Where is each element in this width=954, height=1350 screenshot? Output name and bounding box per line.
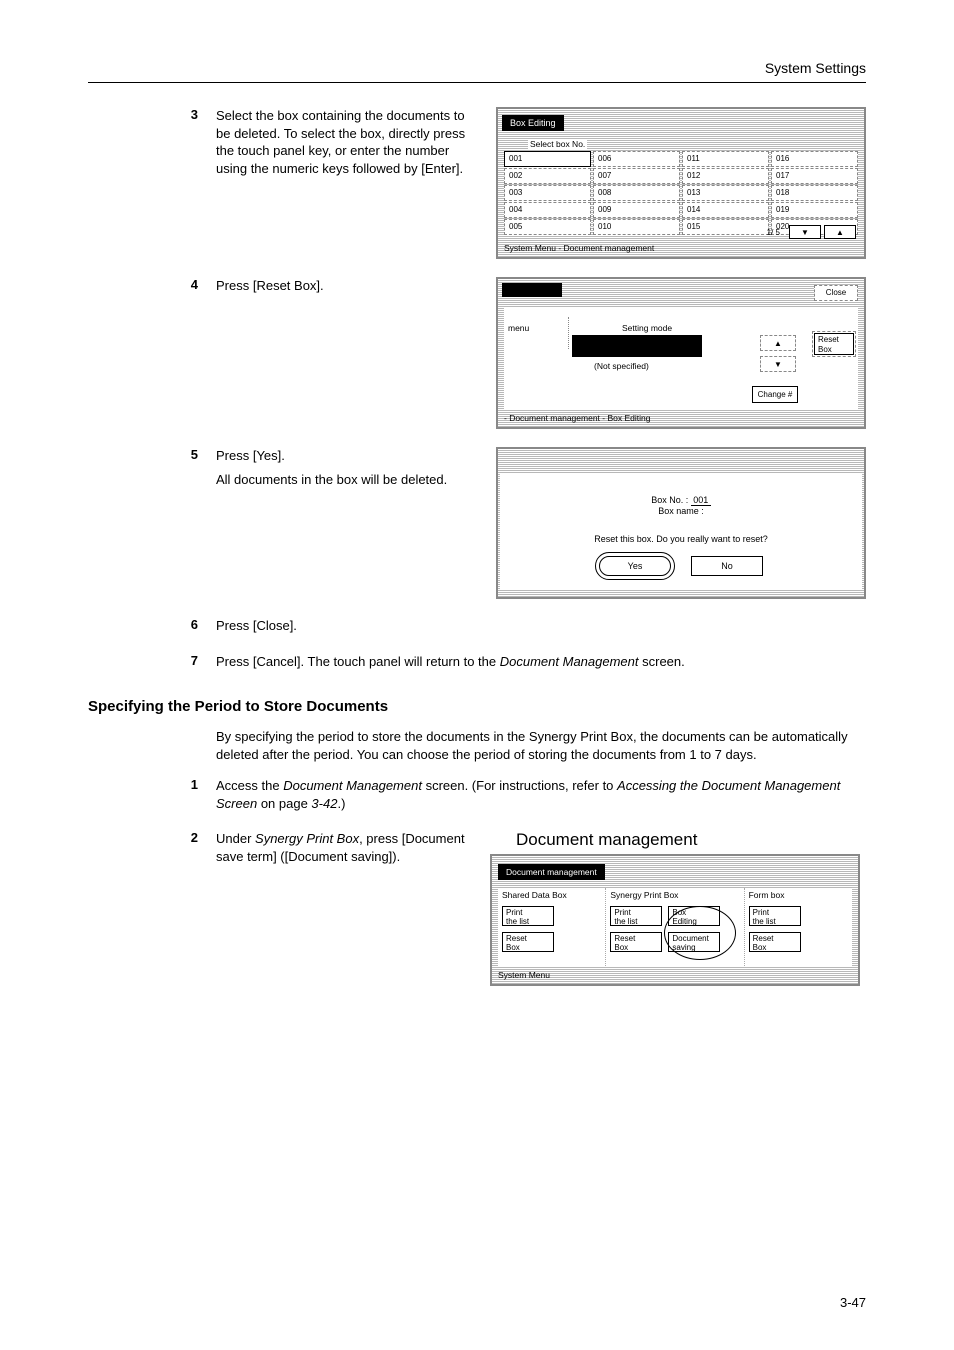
screen4-tab: Document management [498, 864, 605, 880]
cell-001[interactable]: 001 [504, 151, 591, 167]
sp-step2-pre: Under [216, 831, 255, 846]
sp-step2-it1: Synergy Print Box [255, 831, 359, 846]
cell-015[interactable]: 015 [682, 219, 769, 235]
sp-step1-post: .) [337, 796, 345, 811]
screen4-synergy-title: Synergy Print Box [610, 890, 739, 900]
step7-post: screen. [639, 654, 685, 669]
cell-016[interactable]: 016 [771, 151, 858, 167]
screen4-synergy-reset-box[interactable]: ResetBox [610, 932, 662, 952]
screen4-form-title: Form box [749, 890, 848, 900]
cell-013[interactable]: 013 [682, 185, 769, 201]
sp-step1-text: Access the Document Management screen. (… [216, 777, 866, 812]
step7-number: 7 [88, 653, 216, 668]
cell-017[interactable]: 017 [771, 168, 858, 184]
cell-007[interactable]: 007 [593, 168, 680, 184]
step7-text: Press [Cancel]. The touch panel will ret… [216, 653, 866, 671]
cell-012[interactable]: 012 [682, 168, 769, 184]
screen-confirm-reset: Box No. : 001 Box name : Reset this box.… [496, 447, 866, 599]
screen3-boxno-label: Box No. : [651, 495, 691, 505]
step3-text: Select the box containing the documents … [216, 107, 496, 177]
screen2-change-button[interactable]: Change # [752, 386, 798, 403]
screen2-down-button[interactable]: ▼ [760, 356, 796, 372]
step5-text: Press [Yes]. All documents in the box wi… [216, 447, 496, 494]
screen-box-editing: Box Editing Select box No. 001 002 003 0… [496, 107, 866, 259]
screen2-menu-label: menu [508, 323, 529, 333]
screen-document-management: Document management Shared Data Box Prin… [490, 854, 860, 986]
screen1-page-up[interactable]: ▲ [824, 225, 856, 239]
screen1-tab: Box Editing [502, 115, 564, 131]
screen2-reset-box-button[interactable]: ResetBox [814, 333, 854, 355]
sp-step1-number: 1 [88, 777, 216, 792]
screen3-no-button[interactable]: No [691, 556, 763, 576]
screen4-big-title: Document management [516, 830, 860, 850]
cell-019[interactable]: 019 [771, 202, 858, 218]
screen2-setting-mode: Setting mode [622, 323, 672, 333]
step4-text: Press [Reset Box]. [216, 277, 496, 295]
screen4-synergy-document-saving[interactable]: Documentsaving [668, 932, 720, 952]
cell-014[interactable]: 014 [682, 202, 769, 218]
screen4-form-print-list[interactable]: Printthe list [749, 906, 801, 926]
screen4-synergy-box-editing[interactable]: BoxEditing [668, 906, 720, 926]
step6-number: 6 [88, 617, 216, 632]
screen3-question: Reset this box. Do you really want to re… [500, 534, 862, 544]
screen1-table: 001 002 003 004 005 006 007 008 009 010 [504, 151, 858, 236]
step4-number: 4 [88, 277, 216, 292]
screen3-yes-button[interactable]: Yes [599, 556, 671, 576]
screen3-box-name: Box name : [500, 506, 862, 516]
cell-006[interactable]: 006 [593, 151, 680, 167]
sp-step1-mid: screen. (For instructions, refer to [422, 778, 617, 793]
step6-text: Press [Close]. [216, 617, 866, 635]
screen-reset-box: Close menu Setting mode (Not specified) … [496, 277, 866, 429]
screen4-shared-title: Shared Data Box [502, 890, 601, 900]
step3-number: 3 [88, 107, 216, 122]
screen3-box-no: Box No. : 001 [500, 495, 862, 506]
cell-011[interactable]: 011 [682, 151, 769, 167]
step7-pre: Press [Cancel]. The touch panel will ret… [216, 654, 500, 669]
screen1-footer: System Menu - Document management [504, 243, 654, 253]
cell-005[interactable]: 005 [504, 219, 591, 235]
screen4-synergy-print-list[interactable]: Printthe list [610, 906, 662, 926]
cell-003[interactable]: 003 [504, 185, 591, 201]
screen4-footer: System Menu [498, 970, 550, 980]
sp-step2-text: Under Synergy Print Box, press [Document… [216, 830, 490, 865]
screen2-not-specified: (Not specified) [594, 361, 649, 371]
screen2-selected-box[interactable] [572, 335, 702, 357]
section-heading: Specifying the Period to Store Documents [88, 698, 866, 715]
step5-line1: Press [Yes]. [216, 447, 482, 465]
screen1-page-down[interactable]: ▼ [789, 225, 821, 239]
page-number: 3-47 [840, 1295, 866, 1310]
step5-line2: All documents in the box will be deleted… [216, 471, 482, 489]
page-header: System Settings [88, 60, 866, 76]
step7-italic: Document Management [500, 654, 639, 669]
header-rule [88, 82, 866, 83]
screen1-subtitle: Select box No. [528, 139, 587, 149]
section-paragraph: By specifying the period to store the do… [216, 728, 856, 763]
cell-018[interactable]: 018 [771, 185, 858, 201]
sp-step2-number: 2 [88, 830, 216, 845]
screen1-pager-text: 1/ 5 [767, 228, 780, 237]
sp-step1-it1: Document Management [283, 778, 422, 793]
screen4-shared-print-list[interactable]: Printthe list [502, 906, 554, 926]
screen2-footer: - Document management - Box Editing [504, 413, 650, 423]
screen4-shared-reset-box[interactable]: ResetBox [502, 932, 554, 952]
step5-number: 5 [88, 447, 216, 462]
screen4-form-reset-box[interactable]: ResetBox [749, 932, 801, 952]
cell-004[interactable]: 004 [504, 202, 591, 218]
sp-step1-it3: 3-42 [311, 796, 337, 811]
cell-008[interactable]: 008 [593, 185, 680, 201]
cell-002[interactable]: 002 [504, 168, 591, 184]
screen2-up-button[interactable]: ▲ [760, 335, 796, 351]
screen2-close-button[interactable]: Close [814, 285, 858, 301]
cell-009[interactable]: 009 [593, 202, 680, 218]
sp-step1-pre: Access the [216, 778, 283, 793]
screen3-boxno-value: 001 [691, 495, 711, 506]
sp-step1-mid2: on page [257, 796, 311, 811]
cell-010[interactable]: 010 [593, 219, 680, 235]
screen2-tab [502, 283, 562, 297]
